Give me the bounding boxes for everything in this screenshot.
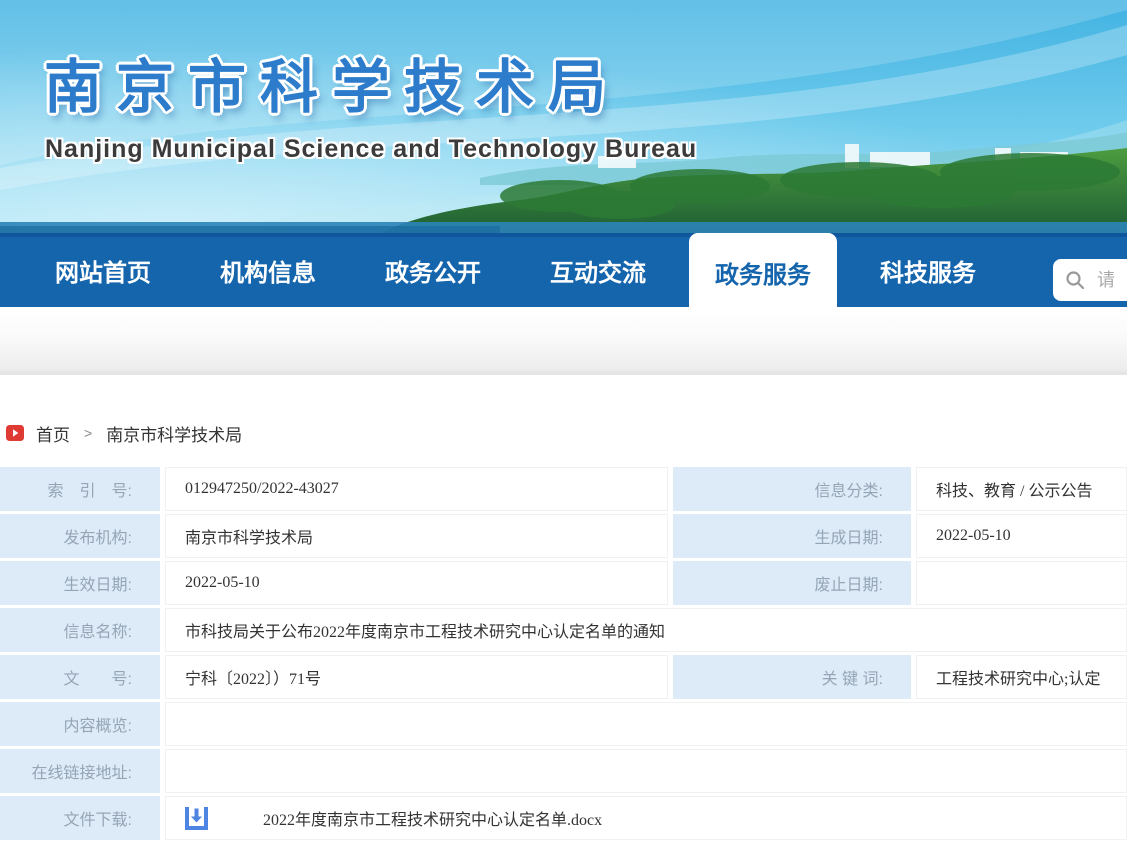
nav-item-gov-disclosure[interactable]: 政务公开 [359, 233, 507, 307]
download-icon[interactable] [185, 805, 208, 831]
nav-item-tech-services[interactable]: 科技服务 [854, 233, 1002, 307]
download-file-link[interactable]: 2022年度南京市工程技术研究中心认定名单.docx [263, 806, 602, 830]
label-online-link: 在线链接地址: [0, 749, 160, 793]
value-document-number: 宁科〔2022〕）71号 [165, 655, 668, 699]
search-icon [1065, 270, 1085, 290]
value-content-overview [165, 702, 1127, 746]
value-online-link [165, 749, 1127, 793]
site-banner: 南京市科学技术局 Nanjing Municipal Science and T… [0, 0, 1127, 233]
main-nav: 网站首页 机构信息 政务公开 互动交流 政务服务 科技服务 [0, 233, 1127, 307]
breadcrumb-home-link[interactable]: 首页 [36, 421, 70, 446]
value-keywords: 工程技术研究中心;认定 [916, 655, 1127, 699]
info-table: 索 引 号: 012947250/2022-43027 信息分类: 科技、教育 … [0, 467, 1127, 840]
value-file-download: 2022年度南京市工程技术研究中心认定名单.docx [165, 796, 1127, 840]
nav-item-interaction[interactable]: 互动交流 [524, 233, 672, 307]
value-info-name: 市科技局关于公布2022年度南京市工程技术研究中心认定名单的通知 [165, 608, 1127, 652]
value-index-number: 012947250/2022-43027 [165, 467, 668, 511]
value-generation-date: 2022-05-10 [916, 514, 1127, 558]
label-generation-date: 生成日期: [673, 514, 911, 558]
label-keywords: 关 键 词: [673, 655, 911, 699]
home-play-icon [6, 425, 24, 441]
label-index-number: 索 引 号: [0, 467, 160, 511]
label-info-name: 信息名称: [0, 608, 160, 652]
site-title-chinese: 南京市科学技术局 [44, 40, 620, 124]
nav-item-organization[interactable]: 机构信息 [194, 233, 342, 307]
label-document-number: 文 号: [0, 655, 160, 699]
nav-item-home[interactable]: 网站首页 [29, 233, 177, 307]
value-info-category: 科技、教育 / 公示公告 [916, 467, 1127, 511]
label-issuing-agency: 发布机构: [0, 514, 160, 558]
breadcrumb-current[interactable]: 南京市科学技术局 [106, 421, 242, 446]
label-info-category: 信息分类: [673, 467, 911, 511]
label-abolition-date: 废止日期: [673, 561, 911, 605]
search-input[interactable] [1095, 269, 1127, 292]
search-box[interactable] [1053, 259, 1127, 301]
label-content-overview: 内容概览: [0, 702, 160, 746]
subnav-band [0, 307, 1127, 375]
site-title-english: Nanjing Municipal Science and Technology… [45, 135, 697, 164]
label-file-download: 文件下载: [0, 796, 160, 840]
value-effective-date: 2022-05-10 [165, 561, 668, 605]
nav-items: 网站首页 机构信息 政务公开 互动交流 政务服务 科技服务 [0, 233, 1127, 307]
label-effective-date: 生效日期: [0, 561, 160, 605]
value-abolition-date [916, 561, 1127, 605]
nav-item-gov-services-active[interactable]: 政务服务 [689, 233, 837, 311]
value-issuing-agency: 南京市科学技术局 [165, 514, 668, 558]
breadcrumb-separator: > [84, 425, 92, 441]
breadcrumb: 首页 > 南京市科学技术局 [6, 420, 1127, 446]
